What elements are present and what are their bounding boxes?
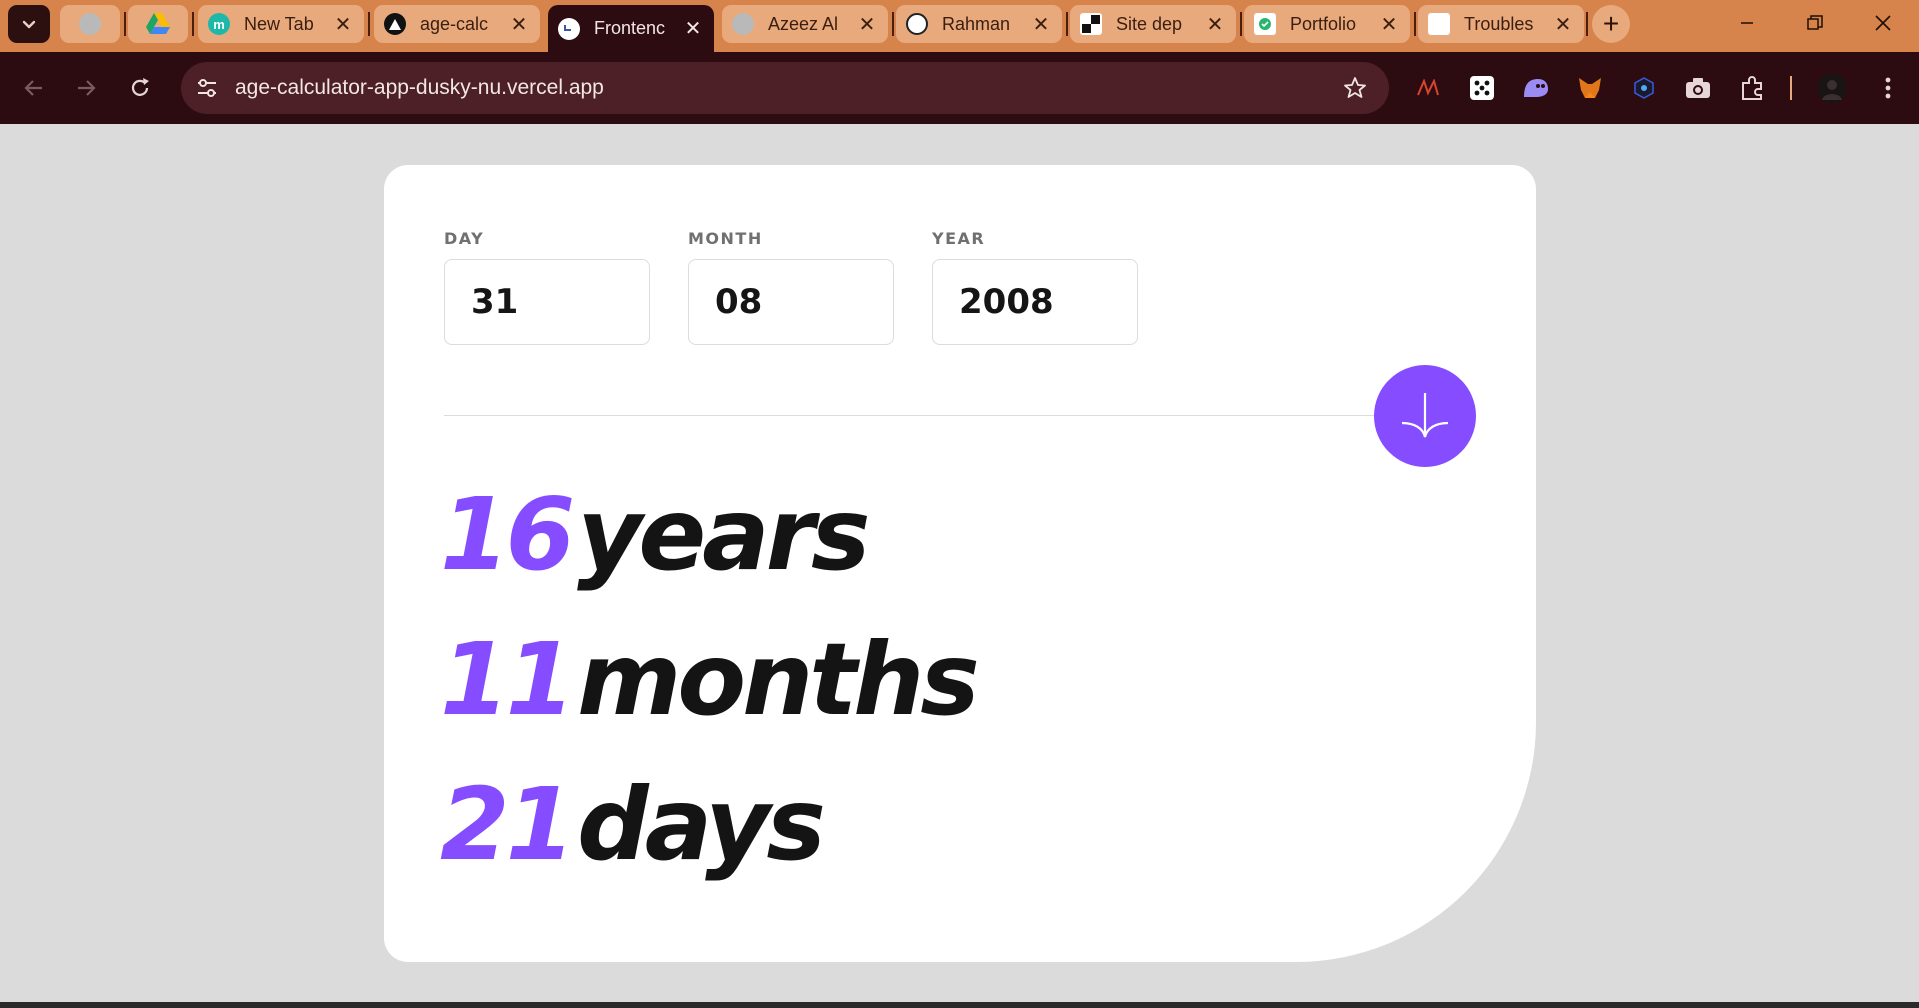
day-input[interactable]: 31 (444, 259, 650, 345)
globe-icon (79, 13, 101, 35)
close-icon[interactable]: ✕ (856, 13, 878, 36)
extension-nv-icon[interactable] (1412, 72, 1444, 104)
tab-separator (1066, 12, 1068, 36)
tab-separator (1240, 12, 1242, 36)
extension-ghost-icon[interactable] (1520, 72, 1552, 104)
tab-separator (192, 12, 194, 36)
forward-button[interactable] (66, 68, 106, 108)
close-icon[interactable]: ✕ (1030, 13, 1052, 36)
star-icon[interactable] (1343, 76, 1367, 100)
frontend-mentor-icon (558, 17, 580, 40)
m-icon: m (208, 13, 230, 35)
taskbar-edge (0, 1002, 1919, 1008)
google-drive-icon (146, 13, 170, 34)
tab-4-active[interactable]: Frontenc ✕ (548, 5, 714, 52)
site-settings-icon[interactable] (195, 76, 219, 100)
profile-avatar[interactable] (1816, 72, 1848, 104)
tab-separator (368, 12, 370, 36)
tab-2[interactable]: m New Tab ✕ (198, 5, 364, 43)
close-icon (1875, 15, 1891, 31)
tab-title: age-calc (420, 13, 489, 34)
days-unit: days (577, 766, 826, 883)
address-bar[interactable]: age-calculator-app-dusky-nu.vercel.app (181, 62, 1389, 114)
pencil-icon (1428, 13, 1450, 35)
years-unit: years (577, 476, 870, 593)
portfolio-icon (1254, 13, 1276, 35)
close-icon[interactable]: ✕ (332, 13, 354, 36)
extension-hex-icon[interactable] (1628, 72, 1660, 104)
globe-icon (732, 13, 754, 35)
tab-search-button[interactable] (8, 5, 50, 43)
netlify-icon (1080, 13, 1102, 35)
tab-1[interactable] (128, 5, 188, 43)
github-icon (906, 13, 928, 35)
tab-5[interactable]: Azeez Al ✕ (722, 5, 888, 43)
minimize-button[interactable] (1722, 8, 1772, 38)
metamask-fox-icon[interactable] (1574, 72, 1606, 104)
restore-icon (1807, 15, 1823, 30)
toolbar-divider (1790, 76, 1792, 100)
url-text[interactable]: age-calculator-app-dusky-nu.vercel.app (235, 76, 604, 100)
years-value: 16 (440, 476, 575, 593)
tab-separator (124, 12, 126, 36)
tab-title: Frontenc (594, 18, 666, 38)
days-value: 21 (440, 766, 575, 883)
divider (444, 415, 1444, 416)
tab-title: Azeez Al (768, 13, 839, 34)
calculate-button[interactable] (1374, 365, 1476, 467)
tab-separator (1586, 12, 1588, 36)
arrow-left-icon (24, 80, 42, 96)
extensions-puzzle-icon[interactable] (1736, 72, 1768, 104)
tab-title: Site dep (1116, 13, 1183, 34)
tab-title: Rahman (942, 13, 1011, 34)
months-value: 11 (440, 621, 575, 738)
browser-toolbar: age-calculator-app-dusky-nu.vercel.app (0, 52, 1919, 124)
year-label: YEAR (932, 229, 986, 248)
tab-strip: m New Tab ✕ age-calc ✕ Frontenc ✕ Azeez … (0, 0, 1919, 52)
minimize-icon (1741, 22, 1753, 24)
back-button[interactable] (14, 68, 54, 108)
day-label: DAY (444, 229, 485, 248)
restore-button[interactable] (1790, 8, 1840, 38)
tab-separator (1414, 12, 1416, 36)
close-icon[interactable]: ✕ (508, 13, 530, 36)
chevron-down-icon (22, 20, 36, 29)
month-input[interactable]: 08 (688, 259, 894, 345)
extension-dice-icon[interactable] (1466, 72, 1498, 104)
tab-title: Troubles (1464, 13, 1534, 34)
tab-8[interactable]: Portfolio ✕ (1244, 5, 1410, 43)
result-days: 21days (440, 775, 826, 875)
reload-button[interactable] (120, 68, 160, 108)
close-icon[interactable]: ✕ (1378, 13, 1400, 36)
close-icon[interactable]: ✕ (1204, 13, 1226, 36)
tab-0[interactable] (60, 5, 120, 43)
tab-3[interactable]: age-calc ✕ (374, 5, 540, 43)
reload-icon (131, 78, 149, 96)
close-window-button[interactable] (1858, 8, 1908, 38)
avatar-icon (1817, 73, 1847, 103)
menu-kebab-icon[interactable] (1872, 72, 1904, 104)
vercel-icon (384, 13, 406, 35)
close-icon[interactable]: ✕ (682, 18, 704, 40)
tab-9[interactable]: Troubles ✕ (1418, 5, 1584, 43)
tab-6[interactable]: Rahman ✕ (896, 5, 1062, 43)
months-unit: months (577, 621, 980, 738)
result-years: 16years (440, 485, 871, 585)
camera-icon[interactable] (1682, 72, 1714, 104)
tab-7[interactable]: Site dep ✕ (1070, 5, 1236, 43)
year-input[interactable]: 2008 (932, 259, 1138, 345)
close-icon[interactable]: ✕ (1552, 13, 1574, 36)
tab-title: Portfolio (1290, 13, 1357, 34)
tab-separator (892, 12, 894, 36)
age-calculator-card: DAY 31 MONTH 08 YEAR 2008 16years 11mont… (384, 165, 1536, 962)
new-tab-button[interactable]: + (1592, 5, 1630, 43)
arrow-down-icon (1401, 393, 1449, 438)
result-months: 11months (440, 630, 980, 730)
tab-title: New Tab (244, 13, 314, 34)
month-label: MONTH (688, 229, 763, 248)
arrow-right-icon (78, 80, 96, 96)
